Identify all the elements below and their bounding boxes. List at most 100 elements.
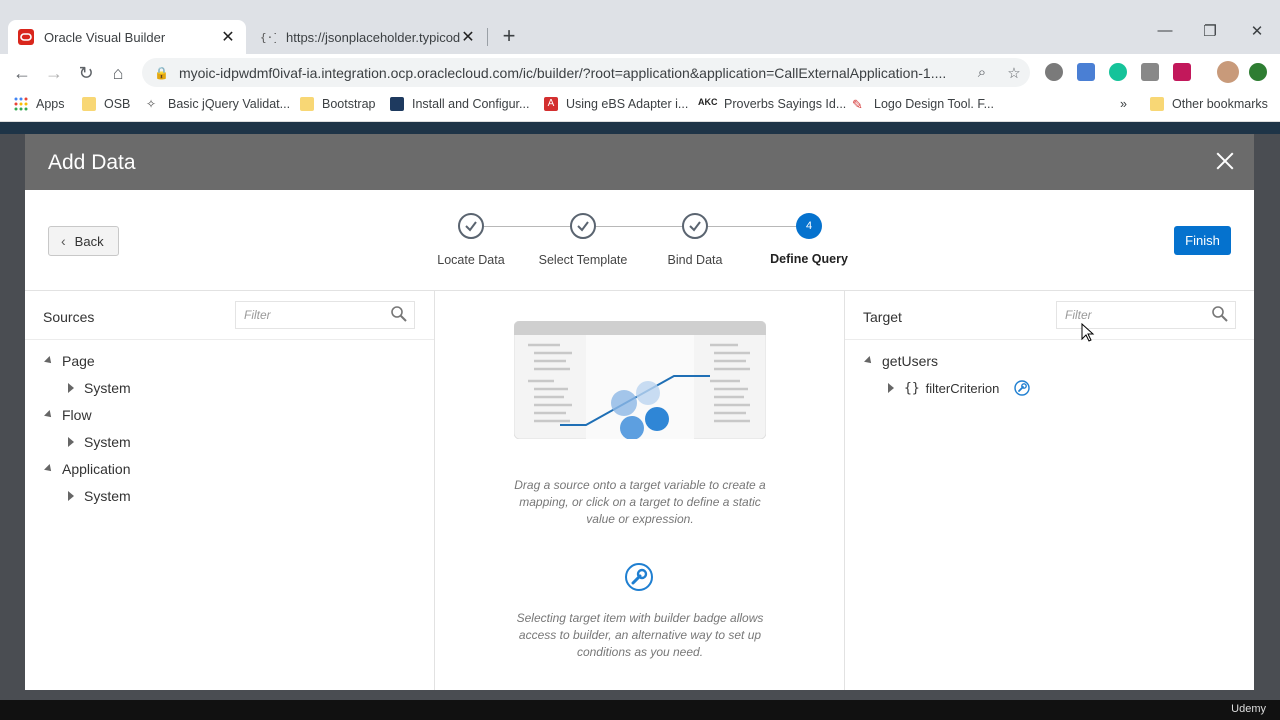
collapse-triangle-icon[interactable]	[44, 464, 54, 474]
adobe-icon: A	[544, 97, 558, 111]
restore-icon[interactable]: ❐	[1190, 22, 1230, 40]
bookmarks-overflow-icon[interactable]: »	[1120, 97, 1127, 111]
train-connector	[596, 226, 696, 227]
bookmark-label: Install and Configur...	[412, 97, 530, 111]
window-close-icon[interactable]: ✕	[1237, 22, 1277, 40]
new-tab-plus-icon[interactable]: +	[496, 24, 522, 50]
checkmark-icon	[577, 221, 589, 232]
tree-label: System	[84, 488, 131, 504]
tab-oracle-visual-builder[interactable]: Oracle Visual Builder ✕	[8, 20, 246, 54]
bookmark-other[interactable]: Other bookmarks	[1150, 97, 1268, 111]
logo-tool-icon: ✎	[852, 97, 863, 112]
app-header-strip	[0, 122, 1280, 134]
finish-button[interactable]: Finish	[1174, 226, 1231, 255]
bookmark-label: Bootstrap	[322, 97, 376, 111]
collapse-triangle-icon[interactable]	[864, 356, 874, 366]
tree-label: getUsers	[882, 353, 939, 369]
tree-node-filtercriterion[interactable]: {} filterCriterion	[888, 380, 1031, 396]
oracle-favicon-icon	[18, 29, 34, 45]
bookmark-bootstrap[interactable]: Bootstrap	[300, 97, 376, 111]
extension-icon[interactable]	[1045, 63, 1063, 81]
browser-toolbar: ← → ↻ ⌂ 🔒 myoic-idpwdmf0ivaf-ia.integrat…	[0, 54, 1280, 91]
site-icon	[390, 97, 404, 111]
extension-icon[interactable]	[1077, 63, 1095, 81]
tree-node-flow[interactable]: Flow	[44, 407, 92, 423]
tree-node-system[interactable]: System	[68, 488, 131, 504]
expand-triangle-icon[interactable]	[68, 383, 74, 393]
lock-icon: 🔒	[154, 65, 169, 80]
bookmark-osb[interactable]: OSB	[82, 97, 130, 111]
step-define-query-current[interactable]: 4	[796, 213, 822, 239]
tree-node-system[interactable]: System	[68, 434, 131, 450]
extension-icon[interactable]	[1141, 63, 1159, 81]
expand-triangle-icon[interactable]	[68, 437, 74, 447]
code-icon: ✧	[146, 97, 157, 111]
reload-icon[interactable]: ↻	[73, 60, 99, 86]
zoom-icon[interactable]: ⌕	[966, 64, 998, 81]
bookmark-jquery[interactable]: ✧ Basic jQuery Validat...	[146, 97, 290, 111]
bookmarks-bar: Apps OSB ✧ Basic jQuery Validat... Boots…	[0, 91, 1280, 122]
bookmark-star-icon[interactable]: ☆	[998, 64, 1030, 82]
tree-node-page[interactable]: Page	[44, 353, 95, 369]
json-favicon-icon: {·}	[260, 31, 276, 44]
checkmark-icon	[689, 221, 701, 232]
back-button[interactable]: ‹ Back	[48, 226, 119, 256]
builder-badge-icon[interactable]	[1014, 380, 1031, 396]
collapse-triangle-icon[interactable]	[44, 410, 54, 420]
bookmark-apps[interactable]: Apps	[14, 97, 65, 111]
sources-filter-input[interactable]: Filter	[235, 301, 415, 329]
back-label: Back	[74, 233, 104, 249]
search-icon[interactable]	[390, 305, 408, 323]
folder-icon	[300, 97, 314, 111]
tab-title: https://jsonplaceholder.typicode	[286, 29, 460, 45]
expand-triangle-icon[interactable]	[68, 491, 74, 501]
back-arrow-icon[interactable]: ←	[9, 60, 35, 86]
bookmark-label: Other bookmarks	[1172, 97, 1268, 111]
tree-label: System	[84, 380, 131, 396]
builder-badge-icon	[625, 563, 653, 591]
home-icon[interactable]: ⌂	[105, 60, 131, 86]
bookmark-label: Logo Design Tool. F...	[874, 97, 994, 111]
expand-triangle-icon[interactable]	[888, 383, 894, 393]
bookmark-logo-design[interactable]: ✎ Logo Design Tool. F...	[852, 97, 994, 112]
step-locate-data-done[interactable]	[458, 213, 484, 239]
train-connector	[708, 226, 808, 227]
bookmark-ebs[interactable]: A Using eBS Adapter i...	[544, 97, 688, 111]
tab-jsonplaceholder[interactable]: {·} https://jsonplaceholder.typicode ✕	[250, 20, 486, 54]
folder-icon	[1150, 97, 1164, 111]
filter-placeholder: Filter	[244, 308, 271, 322]
tab-close-icon[interactable]: ✕	[460, 27, 476, 47]
tab-separator	[487, 28, 488, 46]
tree-node-system[interactable]: System	[68, 380, 131, 396]
video-bottom-bar	[0, 700, 1280, 720]
search-icon[interactable]	[1211, 305, 1229, 323]
tree-node-application[interactable]: Application	[44, 461, 131, 477]
bookmark-install[interactable]: Install and Configur...	[390, 97, 529, 111]
grammarly-icon[interactable]	[1109, 63, 1127, 81]
svg-text:{·}: {·}	[260, 31, 276, 44]
step-select-template-done[interactable]	[570, 213, 596, 239]
bookmark-label: Basic jQuery Validat...	[168, 97, 291, 111]
udemy-watermark: Udemy	[1231, 703, 1266, 715]
step-bind-data-done[interactable]	[682, 213, 708, 239]
sources-panel: Sources Filter Page System Flow System A…	[25, 291, 434, 690]
dialog-close-icon[interactable]	[1212, 148, 1238, 174]
divider	[25, 339, 434, 340]
divider	[845, 339, 1254, 340]
tab-close-icon[interactable]: ✕	[220, 27, 236, 47]
forward-arrow-icon[interactable]: →	[41, 60, 67, 86]
extension-icon[interactable]	[1173, 63, 1191, 81]
overflow-chevron-icon: »	[1120, 97, 1127, 111]
folder-icon	[82, 97, 96, 111]
tree-node-getusers[interactable]: getUsers	[864, 353, 939, 369]
address-bar[interactable]: 🔒 myoic-idpwdmf0ivaf-ia.integration.ocp.…	[142, 58, 1030, 87]
profile-avatar[interactable]	[1217, 61, 1239, 83]
update-icon[interactable]	[1249, 63, 1267, 81]
collapse-triangle-icon[interactable]	[44, 356, 54, 366]
add-data-dialog: Add Data ‹ Back 4 Locate Data Select Tem…	[25, 134, 1254, 690]
target-panel: Target Filter getUsers {} filterCriterio…	[845, 291, 1254, 690]
bookmark-proverbs[interactable]: AKC Proverbs Sayings Id...	[698, 97, 846, 111]
mapping-illustration	[514, 321, 766, 439]
sources-title: Sources	[43, 309, 95, 325]
minimize-icon[interactable]: —	[1145, 22, 1185, 39]
